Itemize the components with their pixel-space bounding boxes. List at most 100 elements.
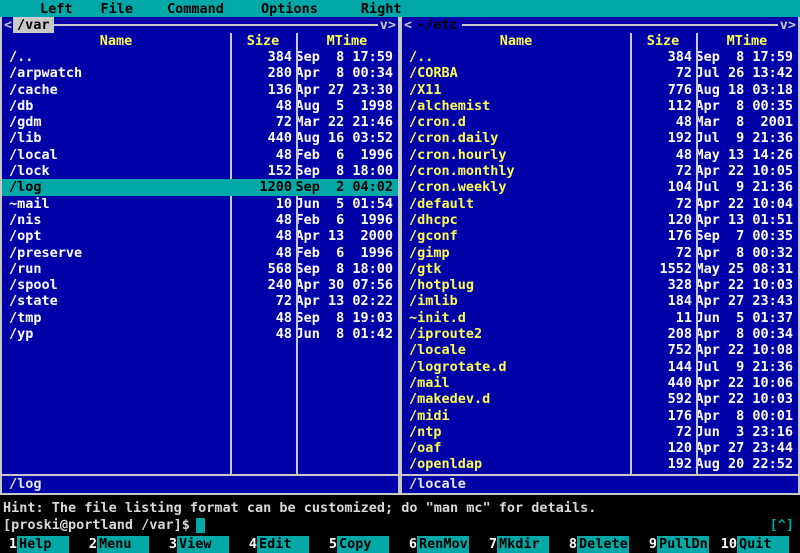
file-row[interactable]: /spool 240 Apr 30 07:56 xyxy=(2,277,398,293)
file-row[interactable]: /cache 136 Apr 27 23:30 xyxy=(2,82,398,98)
file-row[interactable]: /mail 440 Apr 22 10:06 xyxy=(402,375,798,391)
fkey-quit-button[interactable]: 10 Quit xyxy=(720,535,800,553)
file-size: 104 xyxy=(667,179,692,196)
file-row[interactable]: /state 72 Apr 13 02:22 xyxy=(2,293,398,309)
fkey-number: 5 xyxy=(328,535,337,552)
file-row[interactable]: /logrotate.d 144 Jul 9 21:36 xyxy=(402,359,798,375)
file-row[interactable]: /db 48 Aug 5 1998 xyxy=(2,98,398,114)
file-row[interactable]: /.. 384 Sep 8 17:59 xyxy=(402,49,798,65)
file-row[interactable]: /midi 176 Apr 8 00:01 xyxy=(402,408,798,424)
file-row[interactable]: /arpwatch 280 Apr 8 00:34 xyxy=(2,65,398,81)
menu-command[interactable]: Command xyxy=(164,1,227,17)
history-forward-icon[interactable]: v> xyxy=(777,17,798,33)
menu-right[interactable]: Right xyxy=(358,1,405,17)
file-mtime: Apr 22 10:08 xyxy=(695,342,793,359)
column-header-size[interactable]: Size xyxy=(230,33,296,49)
column-header-size[interactable]: Size xyxy=(630,33,696,49)
right-panel-path[interactable]: -/etc xyxy=(413,17,462,33)
file-mtime: Apr 22 10:06 xyxy=(695,374,793,391)
file-row[interactable]: /openldap 192 Aug 20 22:52 xyxy=(402,456,798,472)
file-mtime: Jun 8 01:42 xyxy=(295,326,393,343)
file-row[interactable]: /iproute2 208 Apr 8 00:34 xyxy=(402,326,798,342)
file-row[interactable]: /dhcpc 120 Apr 13 01:51 xyxy=(402,212,798,228)
file-row[interactable]: /cron.monthly 72 Apr 22 10:05 xyxy=(402,163,798,179)
right-panel-main: Name Size MTime /.. 384 Sep 8 17:59/CORBA 7… xyxy=(402,33,798,474)
fkey-edit-button[interactable]: 4 Edit xyxy=(240,535,320,553)
file-row[interactable]: /default 72 Apr 22 10:04 xyxy=(402,196,798,212)
border-line xyxy=(2,24,398,26)
file-row[interactable]: ~init.d 11 Jun 5 01:37 xyxy=(402,310,798,326)
file-name: /ntp xyxy=(409,423,442,440)
column-header-mtime[interactable]: MTime xyxy=(696,33,798,49)
column-header-mtime[interactable]: MTime xyxy=(296,33,398,49)
file-size: 192 xyxy=(667,130,692,147)
file-row-selected[interactable]: /log 1200 Sep 2 04:02 xyxy=(2,179,398,196)
fkey-pulldn-button[interactable]: 9 PullDn xyxy=(640,535,720,553)
menu-left[interactable]: Left xyxy=(37,1,76,17)
left-panel-path[interactable]: /var xyxy=(13,17,54,33)
file-size: 72 xyxy=(675,423,692,440)
file-name: /iproute2 xyxy=(409,326,483,343)
command-line[interactable]: [proski@portland /var]$ [^] xyxy=(0,516,800,534)
file-row[interactable]: /nis 48 Feb 6 1996 xyxy=(2,212,398,228)
file-row[interactable]: /X11 776 Aug 18 03:18 xyxy=(402,82,798,98)
fkey-delete-button[interactable]: 8 Delete xyxy=(560,535,640,553)
file-name: /logrotate.d xyxy=(409,358,507,375)
file-row[interactable]: /gconf 176 Sep 7 00:35 xyxy=(402,228,798,244)
fkey-mkdir-button[interactable]: 7 Mkdir xyxy=(480,535,560,553)
file-row[interactable]: /cron.weekly 104 Jul 9 21:36 xyxy=(402,179,798,195)
fkey-renmov-button[interactable]: 6 RenMov xyxy=(400,535,480,553)
file-size: 776 xyxy=(667,81,692,98)
file-row[interactable]: /ntp 72 Jun 3 23:16 xyxy=(402,424,798,440)
fkey-help-button[interactable]: 1 Help xyxy=(0,535,80,553)
column-header-name[interactable]: Name xyxy=(402,33,630,49)
file-size: 136 xyxy=(267,81,292,98)
file-name: /cron.d xyxy=(409,114,466,131)
file-mtime: Feb 6 1996 xyxy=(295,244,393,261)
fkey-number: 6 xyxy=(408,535,417,552)
file-mtime: Jul 26 13:42 xyxy=(695,65,793,82)
file-row[interactable]: /cron.hourly 48 May 13 14:26 xyxy=(402,147,798,163)
file-size: 184 xyxy=(667,293,692,310)
file-row[interactable]: /cron.daily 192 Jul 9 21:36 xyxy=(402,130,798,146)
file-row[interactable]: /gdm 72 Mar 22 21:46 xyxy=(2,114,398,130)
file-row[interactable]: /run 568 Sep 8 18:00 xyxy=(2,261,398,277)
column-header-name[interactable]: Name xyxy=(2,33,230,49)
file-mtime: Jun 5 01:37 xyxy=(695,309,793,326)
file-row[interactable]: /gimp 72 Apr 8 00:32 xyxy=(402,245,798,261)
file-name: /db xyxy=(9,97,34,114)
file-row[interactable]: /opt 48 Apr 13 2000 xyxy=(2,228,398,244)
history-forward-icon[interactable]: v> xyxy=(377,17,398,33)
file-size: 440 xyxy=(267,130,292,147)
file-row[interactable]: /hotplug 328 Apr 22 10:03 xyxy=(402,277,798,293)
file-row[interactable]: /oaf 120 Apr 27 23:44 xyxy=(402,440,798,456)
file-row[interactable]: /.. 384 Sep 8 17:59 xyxy=(2,49,398,65)
file-name: /oaf xyxy=(409,440,442,457)
file-mtime: Jun 3 23:16 xyxy=(695,423,793,440)
fkey-copy-button[interactable]: 5 Copy xyxy=(320,535,400,553)
file-row[interactable]: /makedev.d 592 Apr 22 10:03 xyxy=(402,391,798,407)
fkey-label: Copy xyxy=(337,535,389,553)
fkey-menu-button[interactable]: 2 Menu xyxy=(80,535,160,553)
file-size: 144 xyxy=(667,358,692,375)
menu-options[interactable]: Options xyxy=(258,1,321,17)
text-cursor xyxy=(195,517,205,533)
file-row[interactable]: ~mail 10 Jun 5 01:54 xyxy=(2,196,398,212)
file-row[interactable]: /cron.d 48 Mar 8 2001 xyxy=(402,114,798,130)
file-row[interactable]: /lib 440 Aug 16 03:52 xyxy=(2,130,398,146)
left-panel-main: Name Size MTime /.. 384 Sep 8 17:59/arpwat… xyxy=(2,33,398,474)
file-row[interactable]: /yp 48 Jun 8 01:42 xyxy=(2,326,398,342)
file-row[interactable]: /imlib 184 Apr 27 23:43 xyxy=(402,293,798,309)
file-mtime: Jun 5 01:54 xyxy=(295,195,393,212)
file-row[interactable]: /local 48 Feb 6 1996 xyxy=(2,147,398,163)
file-row[interactable]: /CORBA 72 Jul 26 13:42 xyxy=(402,65,798,81)
file-row[interactable]: /tmp 48 Sep 8 19:03 xyxy=(2,310,398,326)
file-row[interactable]: /alchemist 112 Apr 8 00:35 xyxy=(402,98,798,114)
menu-file[interactable]: File xyxy=(98,1,137,17)
scroll-up-indicator[interactable]: [^] xyxy=(770,517,794,533)
file-row[interactable]: /lock 152 Sep 8 18:00 xyxy=(2,163,398,179)
file-row[interactable]: /gtk 1552 May 25 08:31 xyxy=(402,261,798,277)
file-row[interactable]: /preserve 48 Feb 6 1996 xyxy=(2,245,398,261)
file-row[interactable]: /locale 752 Apr 22 10:08 xyxy=(402,342,798,358)
fkey-view-button[interactable]: 3 View xyxy=(160,535,240,553)
